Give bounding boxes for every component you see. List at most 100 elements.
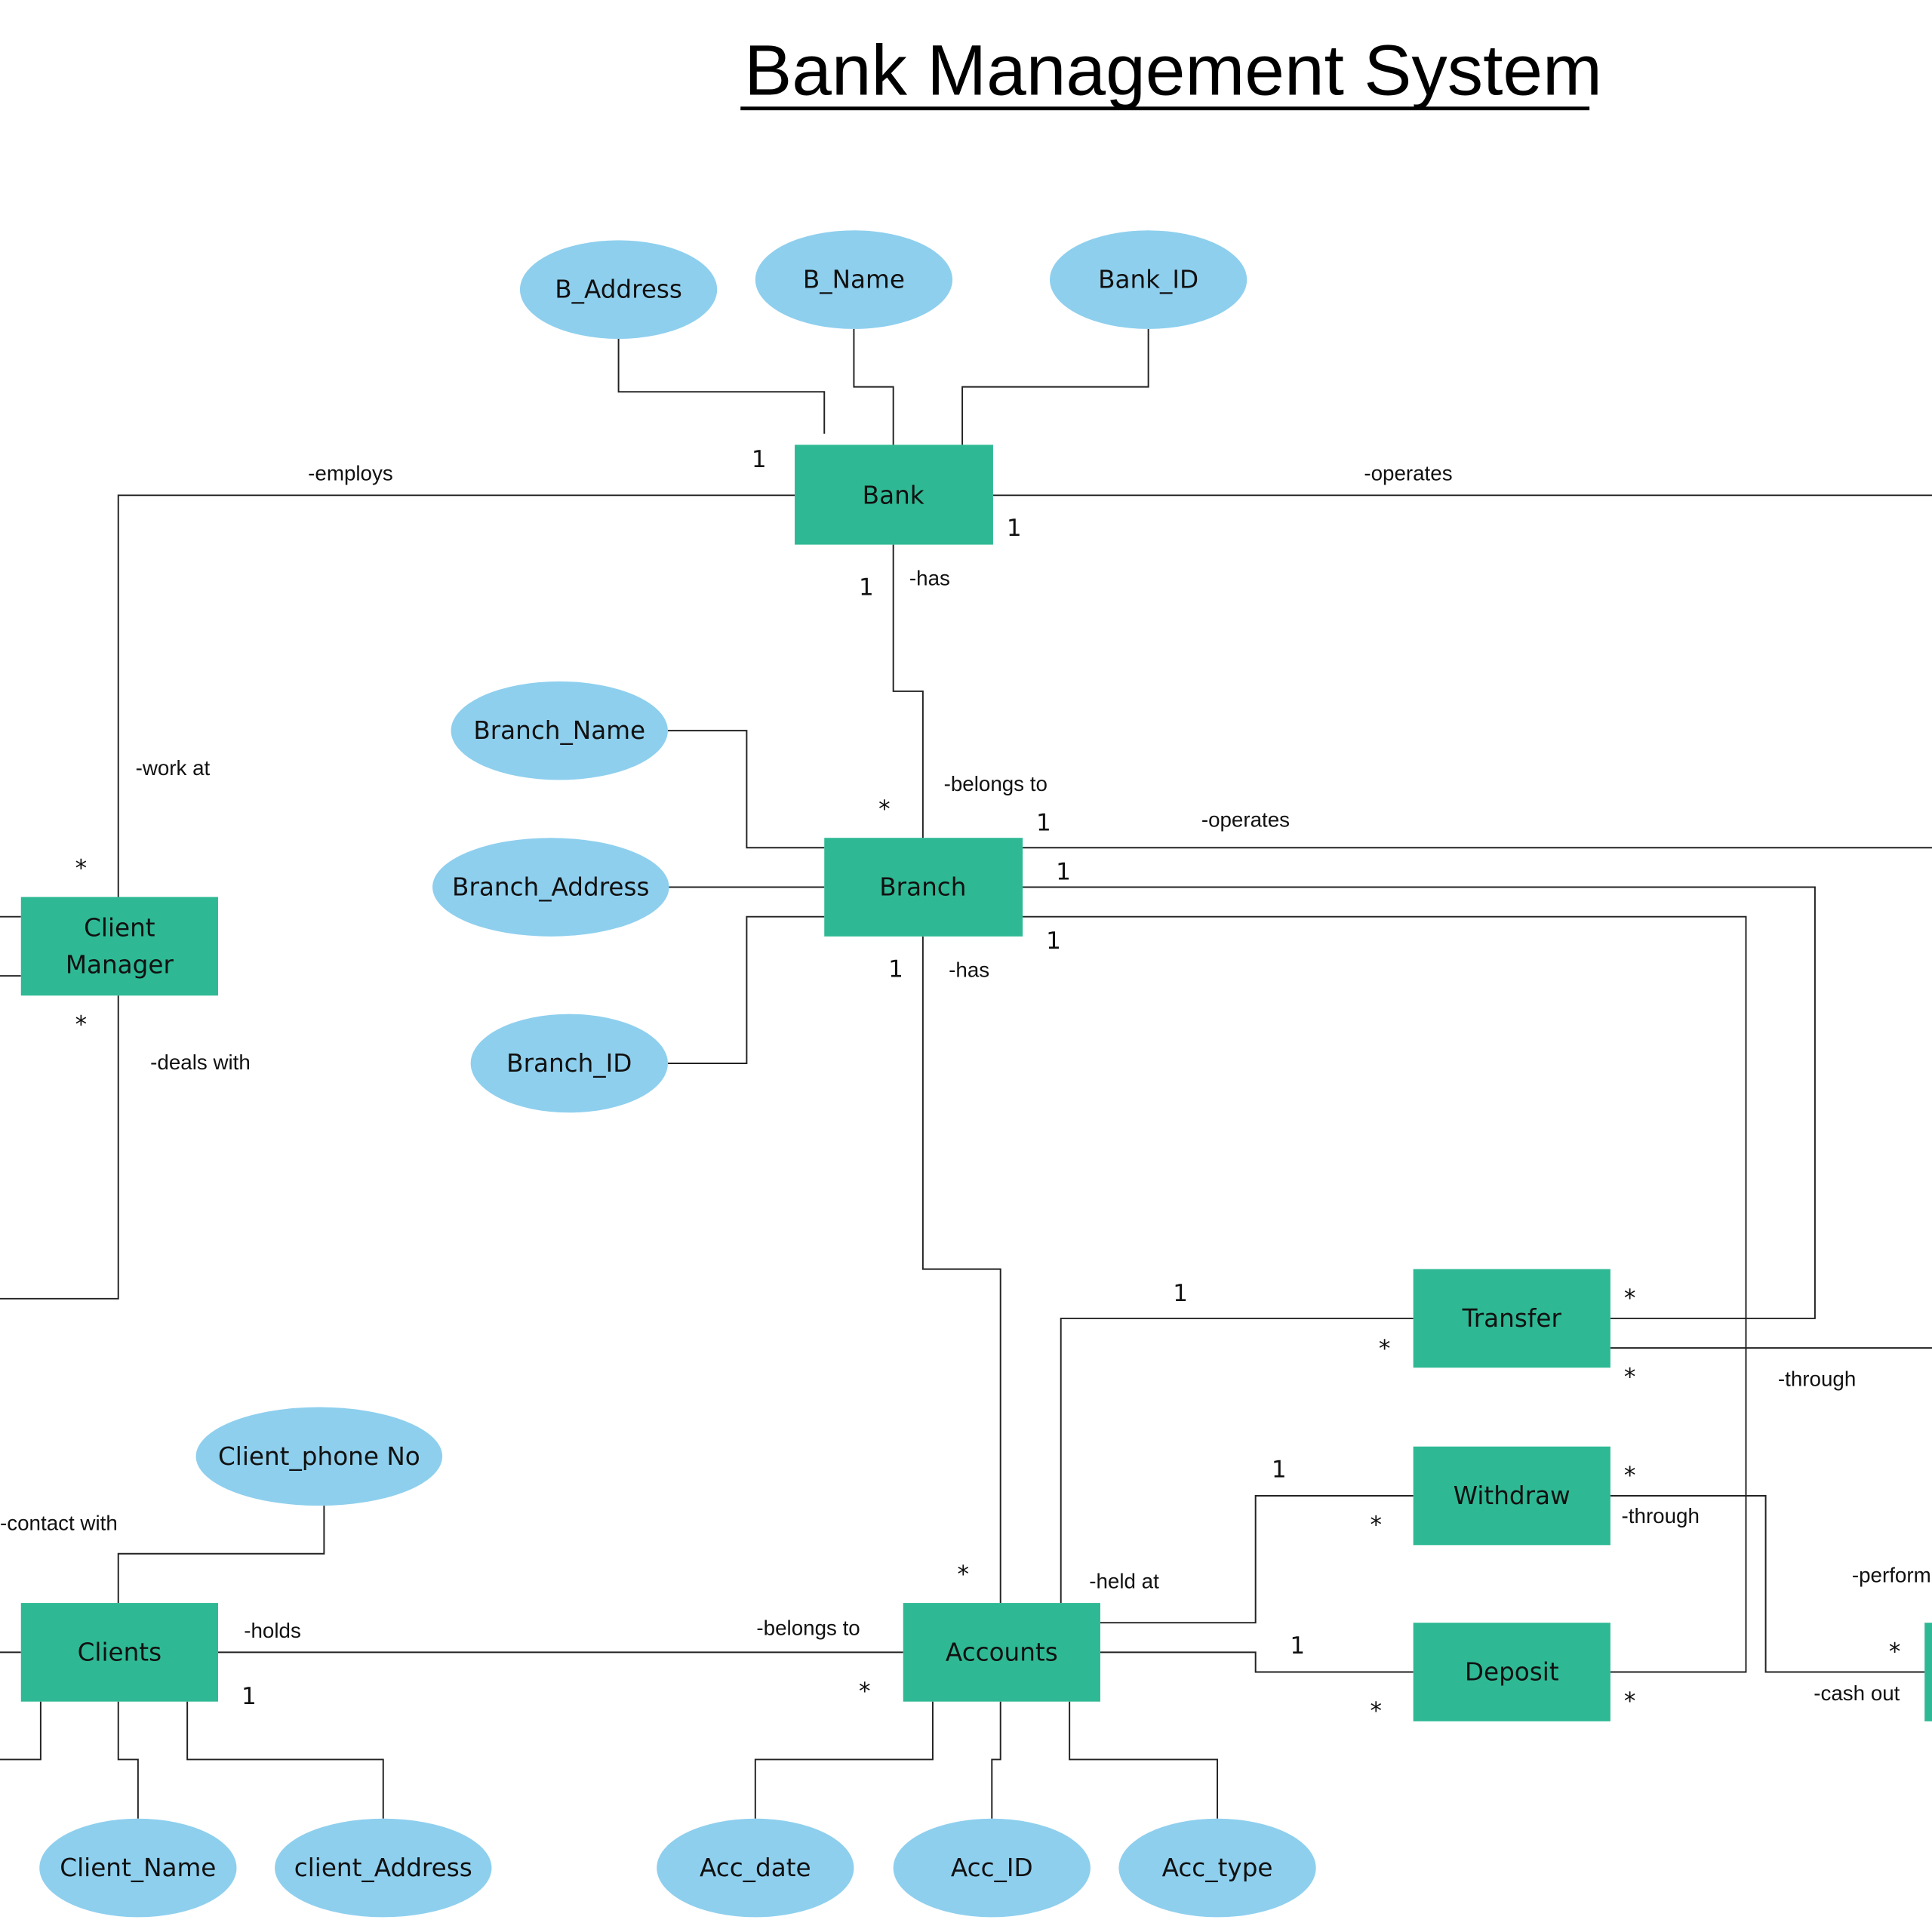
attribute-acc-date[interactable]: Acc_date <box>657 1818 854 1918</box>
rel-through-transfer: -through <box>1778 1367 1856 1391</box>
connector-b-address <box>617 338 826 434</box>
svg-text:Acc_date: Acc_date <box>700 1854 811 1882</box>
connector-accounts-deposit <box>1100 1651 1414 1673</box>
svg-text:Manager: Manager <box>66 950 174 979</box>
mult-bank-left: 1 <box>752 446 767 473</box>
connector-client-phone <box>117 1506 325 1604</box>
entity-deposit[interactable]: Deposit <box>1413 1623 1611 1721</box>
rel-held-at: -held at <box>1089 1569 1159 1592</box>
connector-clients-left-low <box>0 1701 42 1761</box>
rel-contact-with: -contact with <box>0 1512 118 1535</box>
entity-bank[interactable]: Bank <box>795 445 993 545</box>
mult-transfer-left: * <box>1379 1336 1391 1363</box>
rel-deals-with: -deals with <box>150 1051 251 1074</box>
er-diagram-canvas: Bank Management System B_Address B_Name … <box>0 31 1932 1918</box>
mult-transfer-in-one: 1 <box>1173 1280 1188 1307</box>
svg-text:Client_Name: Client_Name <box>60 1854 216 1882</box>
connectors <box>0 328 1932 1819</box>
rel-operates-branch: -operates <box>1201 808 1290 832</box>
rel-operates-bank: -operates <box>1364 462 1452 485</box>
svg-text:Accounts: Accounts <box>946 1638 1058 1666</box>
attribute-client-phone[interactable]: Client_phone No <box>195 1407 443 1506</box>
connector-branch-accounts <box>921 936 1001 1604</box>
connector-client-name <box>117 1701 139 1819</box>
attribute-client-name[interactable]: Client_Name <box>39 1818 237 1918</box>
mult-deposit-in-one: 1 <box>1290 1632 1305 1660</box>
entity-client-manager[interactable]: Client Manager <box>20 897 218 996</box>
entity-clients[interactable]: Clients <box>20 1603 218 1702</box>
rel-work-at: -work at <box>136 756 211 780</box>
attribute-client-address[interactable]: client_Address <box>275 1818 492 1918</box>
mult-atm-left: * <box>1889 1638 1901 1666</box>
svg-text:B_Name: B_Name <box>803 266 905 294</box>
mult-clients-right: 1 <box>242 1683 257 1710</box>
mult-deposit-right: * <box>1624 1687 1636 1715</box>
connector-acc-type <box>1069 1701 1219 1819</box>
svg-text:Branch: Branch <box>879 873 966 902</box>
attribute-bank-id[interactable]: Bank_ID <box>1050 230 1247 329</box>
mult-transfer-right-bottom: * <box>1624 1364 1636 1391</box>
rel-has-bank: -has <box>909 567 950 590</box>
rel-belongs-to-branch: -belongs to <box>944 772 1048 795</box>
mult-bank-right: 1 <box>1007 515 1022 542</box>
svg-text:Clients: Clients <box>78 1638 162 1666</box>
mult-manager-top: * <box>75 855 88 882</box>
mult-withdraw-right: * <box>1624 1463 1636 1490</box>
connector-branch-transfer <box>1023 886 1816 1319</box>
mult-withdraw-left: * <box>1371 1512 1383 1539</box>
rel-belongs-to-accounts: -belongs to <box>756 1617 860 1640</box>
mult-deposit-left: * <box>1371 1698 1383 1725</box>
mult-bank-bottom: 1 <box>859 574 874 601</box>
attribute-branch-name[interactable]: Branch_Name <box>451 681 668 780</box>
connector-acc-id <box>991 1701 1001 1819</box>
svg-text:Withdraw: Withdraw <box>1454 1481 1571 1510</box>
mult-branch-bottom: 1 <box>888 956 903 983</box>
connector-branch-deposit <box>1023 915 1747 1673</box>
mult-branch-top-right: 1 <box>1036 809 1051 836</box>
svg-text:Transfer: Transfer <box>1462 1304 1562 1333</box>
rel-cash-out: -cash out <box>1814 1681 1900 1705</box>
mult-accounts-left: * <box>859 1678 871 1705</box>
attribute-acc-id[interactable]: Acc_ID <box>893 1818 1091 1918</box>
rel-through-withdraw: -through <box>1622 1504 1700 1527</box>
svg-text:Deposit: Deposit <box>1465 1658 1559 1687</box>
svg-text:Bank: Bank <box>863 481 924 509</box>
connector-acc-date <box>754 1701 934 1819</box>
svg-text:client_Address: client_Address <box>294 1854 472 1882</box>
svg-text:Acc_type: Acc_type <box>1162 1854 1273 1882</box>
entity-offscreen-right[interactable] <box>1924 1623 1932 1721</box>
mult-branch-right-mid: 1 <box>1056 859 1071 886</box>
entity-withdraw[interactable]: Withdraw <box>1413 1446 1611 1546</box>
svg-text:Branch_Address: Branch_Address <box>452 873 649 902</box>
diagram-title: Bank Management System <box>744 31 1602 111</box>
attribute-b-name[interactable]: B_Name <box>755 230 953 329</box>
mult-transfer-right-top: * <box>1624 1285 1636 1312</box>
svg-text:Branch_Name: Branch_Name <box>473 716 645 745</box>
connector-b-name <box>853 328 894 445</box>
attribute-b-address[interactable]: B_Address <box>519 240 718 339</box>
entity-transfer[interactable]: Transfer <box>1413 1269 1611 1368</box>
svg-text:Branch_ID: Branch_ID <box>506 1049 632 1078</box>
connector-client-address <box>186 1701 384 1819</box>
entity-branch[interactable]: Branch <box>824 838 1023 937</box>
attribute-branch-address[interactable]: Branch_Address <box>432 838 669 937</box>
svg-text:B_Address: B_Address <box>555 275 682 304</box>
mult-branch-right-low: 1 <box>1046 928 1061 955</box>
connector-accounts-transfer <box>1060 1317 1414 1604</box>
rel-employs: -employs <box>308 462 393 485</box>
attribute-acc-type[interactable]: Acc_type <box>1118 1818 1316 1918</box>
entity-accounts[interactable]: Accounts <box>903 1603 1100 1702</box>
rel-perform: -perform <box>1852 1563 1931 1586</box>
connector-branch-id <box>667 915 825 1064</box>
svg-text:Acc_ID: Acc_ID <box>951 1854 1033 1882</box>
mult-branch-top: * <box>878 795 891 823</box>
mult-manager-bottom: * <box>75 1011 88 1038</box>
connector-employs <box>117 494 795 897</box>
mult-withdraw-in-one: 1 <box>1272 1457 1287 1484</box>
mult-accounts-top: * <box>958 1561 970 1588</box>
rel-holds: -holds <box>244 1619 301 1642</box>
attribute-branch-id[interactable]: Branch_ID <box>470 1014 668 1113</box>
connector-bank-id <box>961 328 1149 445</box>
svg-text:Client_phone No: Client_phone No <box>218 1442 420 1471</box>
connector-manager-clients <box>0 995 119 1300</box>
